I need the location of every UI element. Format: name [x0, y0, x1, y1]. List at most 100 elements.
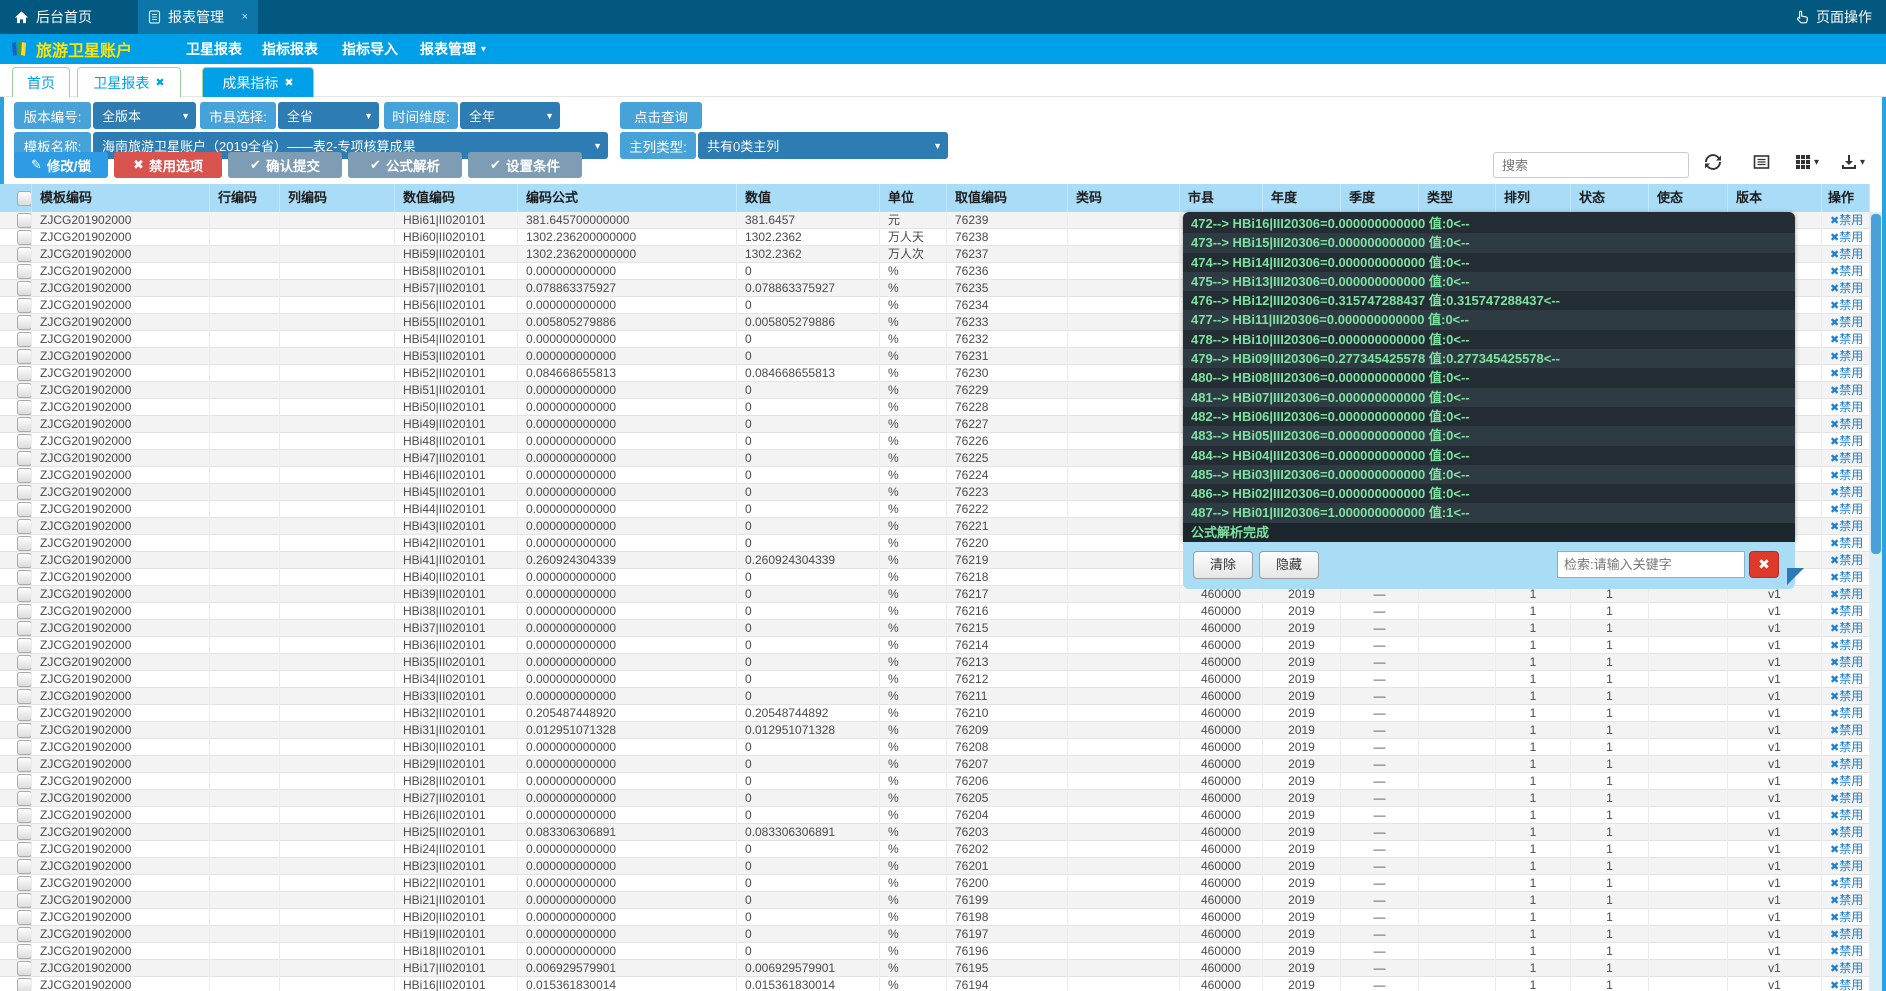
disable-action-link[interactable]: ✖禁用	[1830, 332, 1863, 346]
disable-action-link[interactable]: ✖禁用	[1830, 553, 1863, 567]
column-type-select[interactable]: 共有0类主列▼	[698, 132, 948, 159]
tab-close-icon[interactable]: ✖	[284, 76, 293, 89]
disable-action-link[interactable]: ✖禁用	[1830, 587, 1863, 601]
toggle-view-button[interactable]	[1753, 154, 1770, 170]
disable-action-link[interactable]: ✖禁用	[1830, 213, 1863, 227]
row-checkbox[interactable]	[17, 213, 32, 228]
menu-item-indicator-import[interactable]: 指标导入	[342, 34, 398, 64]
disable-action-link[interactable]: ✖禁用	[1830, 808, 1863, 822]
row-checkbox[interactable]	[17, 451, 32, 466]
disable-action-link[interactable]: ✖禁用	[1830, 536, 1863, 550]
row-checkbox[interactable]	[17, 332, 32, 347]
set-condition-button[interactable]: ✔设置条件	[468, 152, 582, 178]
edit-lock-button[interactable]: ✎修改/锁	[14, 152, 108, 178]
disable-action-link[interactable]: ✖禁用	[1830, 723, 1863, 737]
window-tab-close-icon[interactable]: ×	[242, 11, 248, 23]
console-clear-button[interactable]: 清除	[1193, 551, 1253, 579]
disable-action-link[interactable]: ✖禁用	[1830, 740, 1863, 754]
row-checkbox[interactable]	[17, 689, 32, 704]
time-select[interactable]: 全年▼	[460, 102, 560, 129]
menu-item-satellite-report[interactable]: 卫星报表	[186, 34, 242, 64]
disable-action-link[interactable]: ✖禁用	[1830, 621, 1863, 635]
row-checkbox[interactable]	[17, 961, 32, 976]
disable-action-link[interactable]: ✖禁用	[1830, 978, 1863, 991]
row-checkbox[interactable]	[17, 315, 32, 330]
disable-action-link[interactable]: ✖禁用	[1830, 859, 1863, 873]
row-checkbox[interactable]	[17, 264, 32, 279]
row-checkbox[interactable]	[17, 502, 32, 517]
disable-action-link[interactable]: ✖禁用	[1830, 604, 1863, 618]
disable-action-link[interactable]: ✖禁用	[1830, 468, 1863, 482]
disable-action-link[interactable]: ✖禁用	[1830, 264, 1863, 278]
disable-action-link[interactable]: ✖禁用	[1830, 315, 1863, 329]
disable-action-link[interactable]: ✖禁用	[1830, 485, 1863, 499]
disable-action-link[interactable]: ✖禁用	[1830, 349, 1863, 363]
export-button[interactable]: ▾	[1841, 154, 1865, 170]
row-checkbox[interactable]	[17, 536, 32, 551]
console-close-button[interactable]: ✖	[1749, 551, 1779, 578]
row-checkbox[interactable]	[17, 672, 32, 687]
menu-item-report-management[interactable]: 报表管理▾	[420, 34, 486, 64]
row-checkbox[interactable]	[17, 638, 32, 653]
row-checkbox[interactable]	[17, 621, 32, 636]
select-all-checkbox[interactable]	[17, 191, 32, 206]
console-hide-button[interactable]: 隐藏	[1259, 551, 1319, 579]
row-checkbox[interactable]	[17, 774, 32, 789]
tab-close-icon[interactable]: ✖	[155, 76, 164, 89]
row-checkbox[interactable]	[17, 366, 32, 381]
disable-action-link[interactable]: ✖禁用	[1830, 774, 1863, 788]
row-checkbox[interactable]	[17, 485, 32, 500]
disable-options-button[interactable]: ✖禁用选项	[114, 152, 222, 178]
disable-action-link[interactable]: ✖禁用	[1830, 689, 1863, 703]
backend-home-link[interactable]: 后台首页	[14, 0, 92, 34]
row-checkbox[interactable]	[17, 927, 32, 942]
row-checkbox[interactable]	[17, 825, 32, 840]
row-checkbox[interactable]	[17, 230, 32, 245]
version-select[interactable]: 全版本▼	[93, 102, 196, 129]
page-operations-button[interactable]: 页面操作	[1795, 0, 1872, 34]
row-checkbox[interactable]	[17, 859, 32, 874]
row-checkbox[interactable]	[17, 757, 32, 772]
menu-item-indicator-report[interactable]: 指标报表	[262, 34, 318, 64]
disable-action-link[interactable]: ✖禁用	[1830, 791, 1863, 805]
disable-action-link[interactable]: ✖禁用	[1830, 451, 1863, 465]
disable-action-link[interactable]: ✖禁用	[1830, 876, 1863, 890]
window-tab-report-management[interactable]: 报表管理 ×	[138, 0, 258, 34]
select-all-cell[interactable]	[0, 184, 32, 212]
row-checkbox[interactable]	[17, 723, 32, 738]
disable-action-link[interactable]: ✖禁用	[1830, 281, 1863, 295]
row-checkbox[interactable]	[17, 655, 32, 670]
row-checkbox[interactable]	[17, 281, 32, 296]
row-checkbox[interactable]	[17, 417, 32, 432]
disable-action-link[interactable]: ✖禁用	[1830, 927, 1863, 941]
confirm-submit-button[interactable]: ✔确认提交	[228, 152, 342, 178]
vertical-scrollbar[interactable]	[1870, 212, 1882, 991]
row-checkbox[interactable]	[17, 247, 32, 262]
disable-action-link[interactable]: ✖禁用	[1830, 672, 1863, 686]
disable-action-link[interactable]: ✖禁用	[1830, 230, 1863, 244]
disable-action-link[interactable]: ✖禁用	[1830, 757, 1863, 771]
disable-action-link[interactable]: ✖禁用	[1830, 825, 1863, 839]
row-checkbox[interactable]	[17, 740, 32, 755]
disable-action-link[interactable]: ✖禁用	[1830, 247, 1863, 261]
disable-action-link[interactable]: ✖禁用	[1830, 842, 1863, 856]
query-button[interactable]: 点击查询	[620, 102, 702, 129]
row-checkbox[interactable]	[17, 468, 32, 483]
row-checkbox[interactable]	[17, 400, 32, 415]
disable-action-link[interactable]: ✖禁用	[1830, 893, 1863, 907]
console-search-input[interactable]	[1557, 551, 1745, 578]
row-checkbox[interactable]	[17, 808, 32, 823]
tab-home[interactable]: 首页	[12, 67, 70, 97]
refresh-button[interactable]	[1705, 154, 1721, 170]
disable-action-link[interactable]: ✖禁用	[1830, 638, 1863, 652]
columns-button[interactable]: ▾	[1795, 154, 1819, 170]
row-checkbox[interactable]	[17, 553, 32, 568]
row-checkbox[interactable]	[17, 434, 32, 449]
tab-result-indicator[interactable]: 成果指标✖	[202, 67, 314, 97]
row-checkbox[interactable]	[17, 298, 32, 313]
scrollbar-thumb[interactable]	[1871, 214, 1881, 554]
disable-action-link[interactable]: ✖禁用	[1830, 910, 1863, 924]
row-checkbox[interactable]	[17, 791, 32, 806]
disable-action-link[interactable]: ✖禁用	[1830, 944, 1863, 958]
row-checkbox[interactable]	[17, 876, 32, 891]
